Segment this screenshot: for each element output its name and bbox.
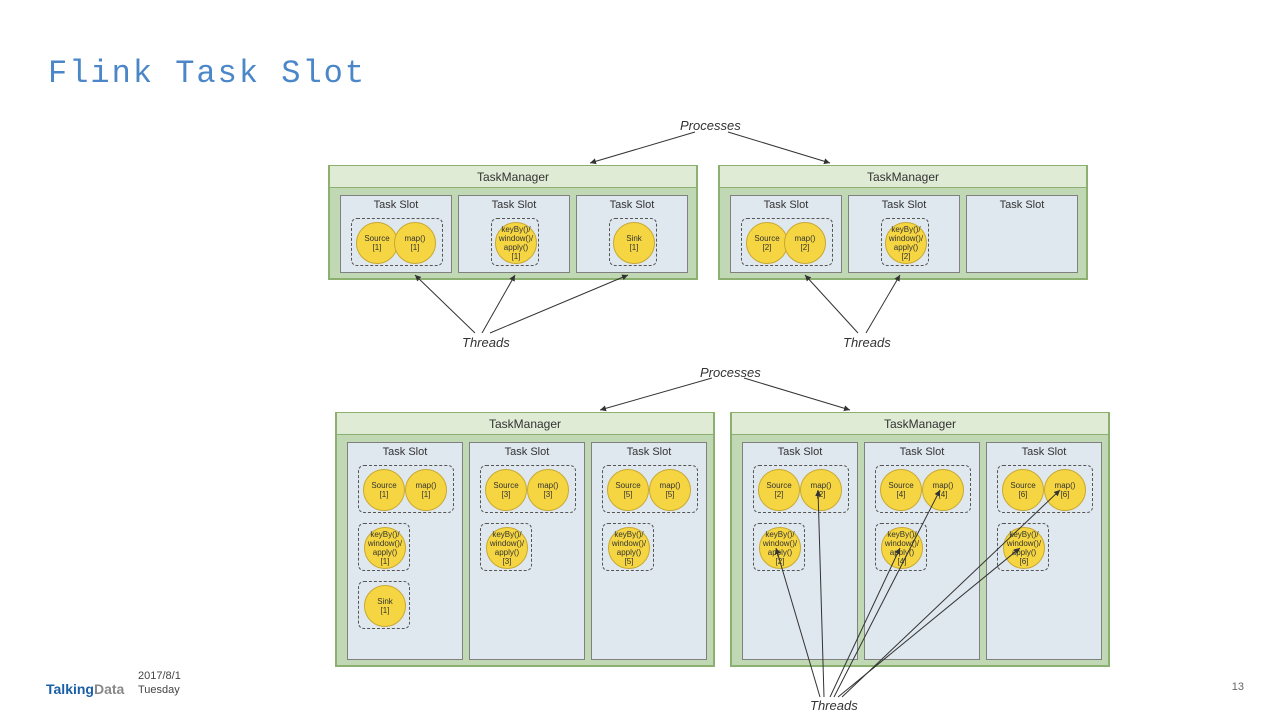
processes-label-1: Processes — [680, 118, 741, 133]
slot-title: Task Slot — [967, 196, 1077, 214]
slot-title: Task Slot — [348, 443, 462, 461]
slot-title: Task Slot — [470, 443, 584, 461]
op-group: keyBy()/window()/apply()[2] — [753, 523, 805, 571]
op-group: Source[1] map()[1] — [358, 465, 454, 513]
d1-tm2-slot2: Task Slot keyBy()/window()/apply()[2] — [848, 195, 960, 273]
slot-title: Task Slot — [459, 196, 569, 214]
source-circle: Source[6] — [1002, 469, 1044, 511]
keyby-circle: keyBy()/window()/apply()[2] — [759, 527, 801, 569]
op-group: keyBy()/window()/apply()[5] — [602, 523, 654, 571]
map-circle: map()[2] — [800, 469, 842, 511]
map-circle: map()[1] — [405, 469, 447, 511]
map-circle: map()[4] — [922, 469, 964, 511]
tm-title: TaskManager — [330, 166, 696, 188]
day-text: Tuesday — [138, 684, 180, 696]
d1-tm1-slot2: Task Slot keyBy()/window()/apply()[1] — [458, 195, 570, 273]
op-group: Sink[1] — [358, 581, 410, 629]
processes-label-2: Processes — [700, 365, 761, 380]
op-group: Source[3] map()[3] — [480, 465, 576, 513]
d2-tm2-slot1: Task Slot Source[2] map()[2] keyBy()/win… — [742, 442, 858, 660]
keyby-circle: keyBy()/window()/apply()[5] — [608, 527, 650, 569]
source-circle: Source[1] — [356, 222, 398, 264]
date-text: 2017/8/1 — [138, 670, 181, 682]
keyby-circle: keyBy()/window()/apply()[2] — [885, 222, 927, 264]
source-circle: Source[5] — [607, 469, 649, 511]
slot-title: Task Slot — [592, 443, 706, 461]
tm-title: TaskManager — [720, 166, 1086, 188]
op-group: keyBy()/window()/apply()[3] — [480, 523, 532, 571]
op-group: Source[2] map()[2] — [741, 218, 833, 266]
op-group: Source[2] map()[2] — [753, 465, 849, 513]
op-group: Source[6] map()[6] — [997, 465, 1093, 513]
keyby-circle: keyBy()/window()/apply()[3] — [486, 527, 528, 569]
threads-label-1b: Threads — [843, 335, 891, 350]
tm-title: TaskManager — [337, 413, 713, 435]
tm-title: TaskManager — [732, 413, 1108, 435]
d2-taskmanager-1: TaskManager Task Slot Source[1] map()[1]… — [335, 412, 715, 667]
logo-part2: Data — [94, 681, 124, 697]
d2-tm1-slot1: Task Slot Source[1] map()[1] keyBy()/win… — [347, 442, 463, 660]
slot-title: Task Slot — [849, 196, 959, 214]
map-circle: map()[5] — [649, 469, 691, 511]
source-circle: Source[2] — [746, 222, 788, 264]
map-circle: map()[6] — [1044, 469, 1086, 511]
slot-title: Task Slot — [987, 443, 1101, 461]
map-circle: map()[3] — [527, 469, 569, 511]
d2-tm1-slot2: Task Slot Source[3] map()[3] keyBy()/win… — [469, 442, 585, 660]
threads-label-2: Threads — [810, 698, 858, 713]
d1-taskmanager-2: TaskManager Task Slot Source[2] map()[2]… — [718, 165, 1088, 280]
op-group: keyBy()/window()/apply()[4] — [875, 523, 927, 571]
d1-tm1-slot1: Task Slot Source[1] map()[1] — [340, 195, 452, 273]
footer-date: 2017/8/1 Tuesday — [138, 669, 181, 697]
d2-taskmanager-2: TaskManager Task Slot Source[2] map()[2]… — [730, 412, 1110, 667]
source-circle: Source[3] — [485, 469, 527, 511]
logo-part1: Talking — [46, 681, 94, 697]
d1-tm1-slot3: Task Slot Sink[1] — [576, 195, 688, 273]
sink-circle: Sink[1] — [364, 585, 406, 627]
logo: TalkingData — [46, 681, 124, 697]
d1-taskmanager-1: TaskManager Task Slot Source[1] map()[1]… — [328, 165, 698, 280]
keyby-circle: keyBy()/window()/apply()[4] — [881, 527, 923, 569]
d1-tm2-slot1: Task Slot Source[2] map()[2] — [730, 195, 842, 273]
slot-title: Task Slot — [743, 443, 857, 461]
page-number: 13 — [1232, 681, 1244, 693]
map-circle: map()[2] — [784, 222, 826, 264]
slot-title: Task Slot — [731, 196, 841, 214]
op-group: keyBy()/window()/apply()[6] — [997, 523, 1049, 571]
source-circle: Source[2] — [758, 469, 800, 511]
source-circle: Source[4] — [880, 469, 922, 511]
d2-tm2-slot2: Task Slot Source[4] map()[4] keyBy()/win… — [864, 442, 980, 660]
slide-title: Flink Task Slot — [48, 55, 366, 92]
d2-tm1-slot3: Task Slot Source[5] map()[5] keyBy()/win… — [591, 442, 707, 660]
op-group: Source[4] map()[4] — [875, 465, 971, 513]
op-group: Sink[1] — [609, 218, 657, 266]
map-circle: map()[1] — [394, 222, 436, 264]
slot-title: Task Slot — [577, 196, 687, 214]
op-group: keyBy()/window()/apply()[2] — [881, 218, 929, 266]
sink-circle: Sink[1] — [613, 222, 655, 264]
op-group: keyBy()/window()/apply()[1] — [491, 218, 539, 266]
op-group: Source[1] map()[1] — [351, 218, 443, 266]
slot-title: Task Slot — [341, 196, 451, 214]
keyby-circle: keyBy()/window()/apply()[6] — [1003, 527, 1045, 569]
d1-tm2-slot3: Task Slot — [966, 195, 1078, 273]
slot-title: Task Slot — [865, 443, 979, 461]
threads-label-1a: Threads — [462, 335, 510, 350]
keyby-circle: keyBy()/window()/apply()[1] — [364, 527, 406, 569]
source-circle: Source[1] — [363, 469, 405, 511]
keyby-circle: keyBy()/window()/apply()[1] — [495, 222, 537, 264]
d2-tm2-slot3: Task Slot Source[6] map()[6] keyBy()/win… — [986, 442, 1102, 660]
op-group: Source[5] map()[5] — [602, 465, 698, 513]
op-group: keyBy()/window()/apply()[1] — [358, 523, 410, 571]
